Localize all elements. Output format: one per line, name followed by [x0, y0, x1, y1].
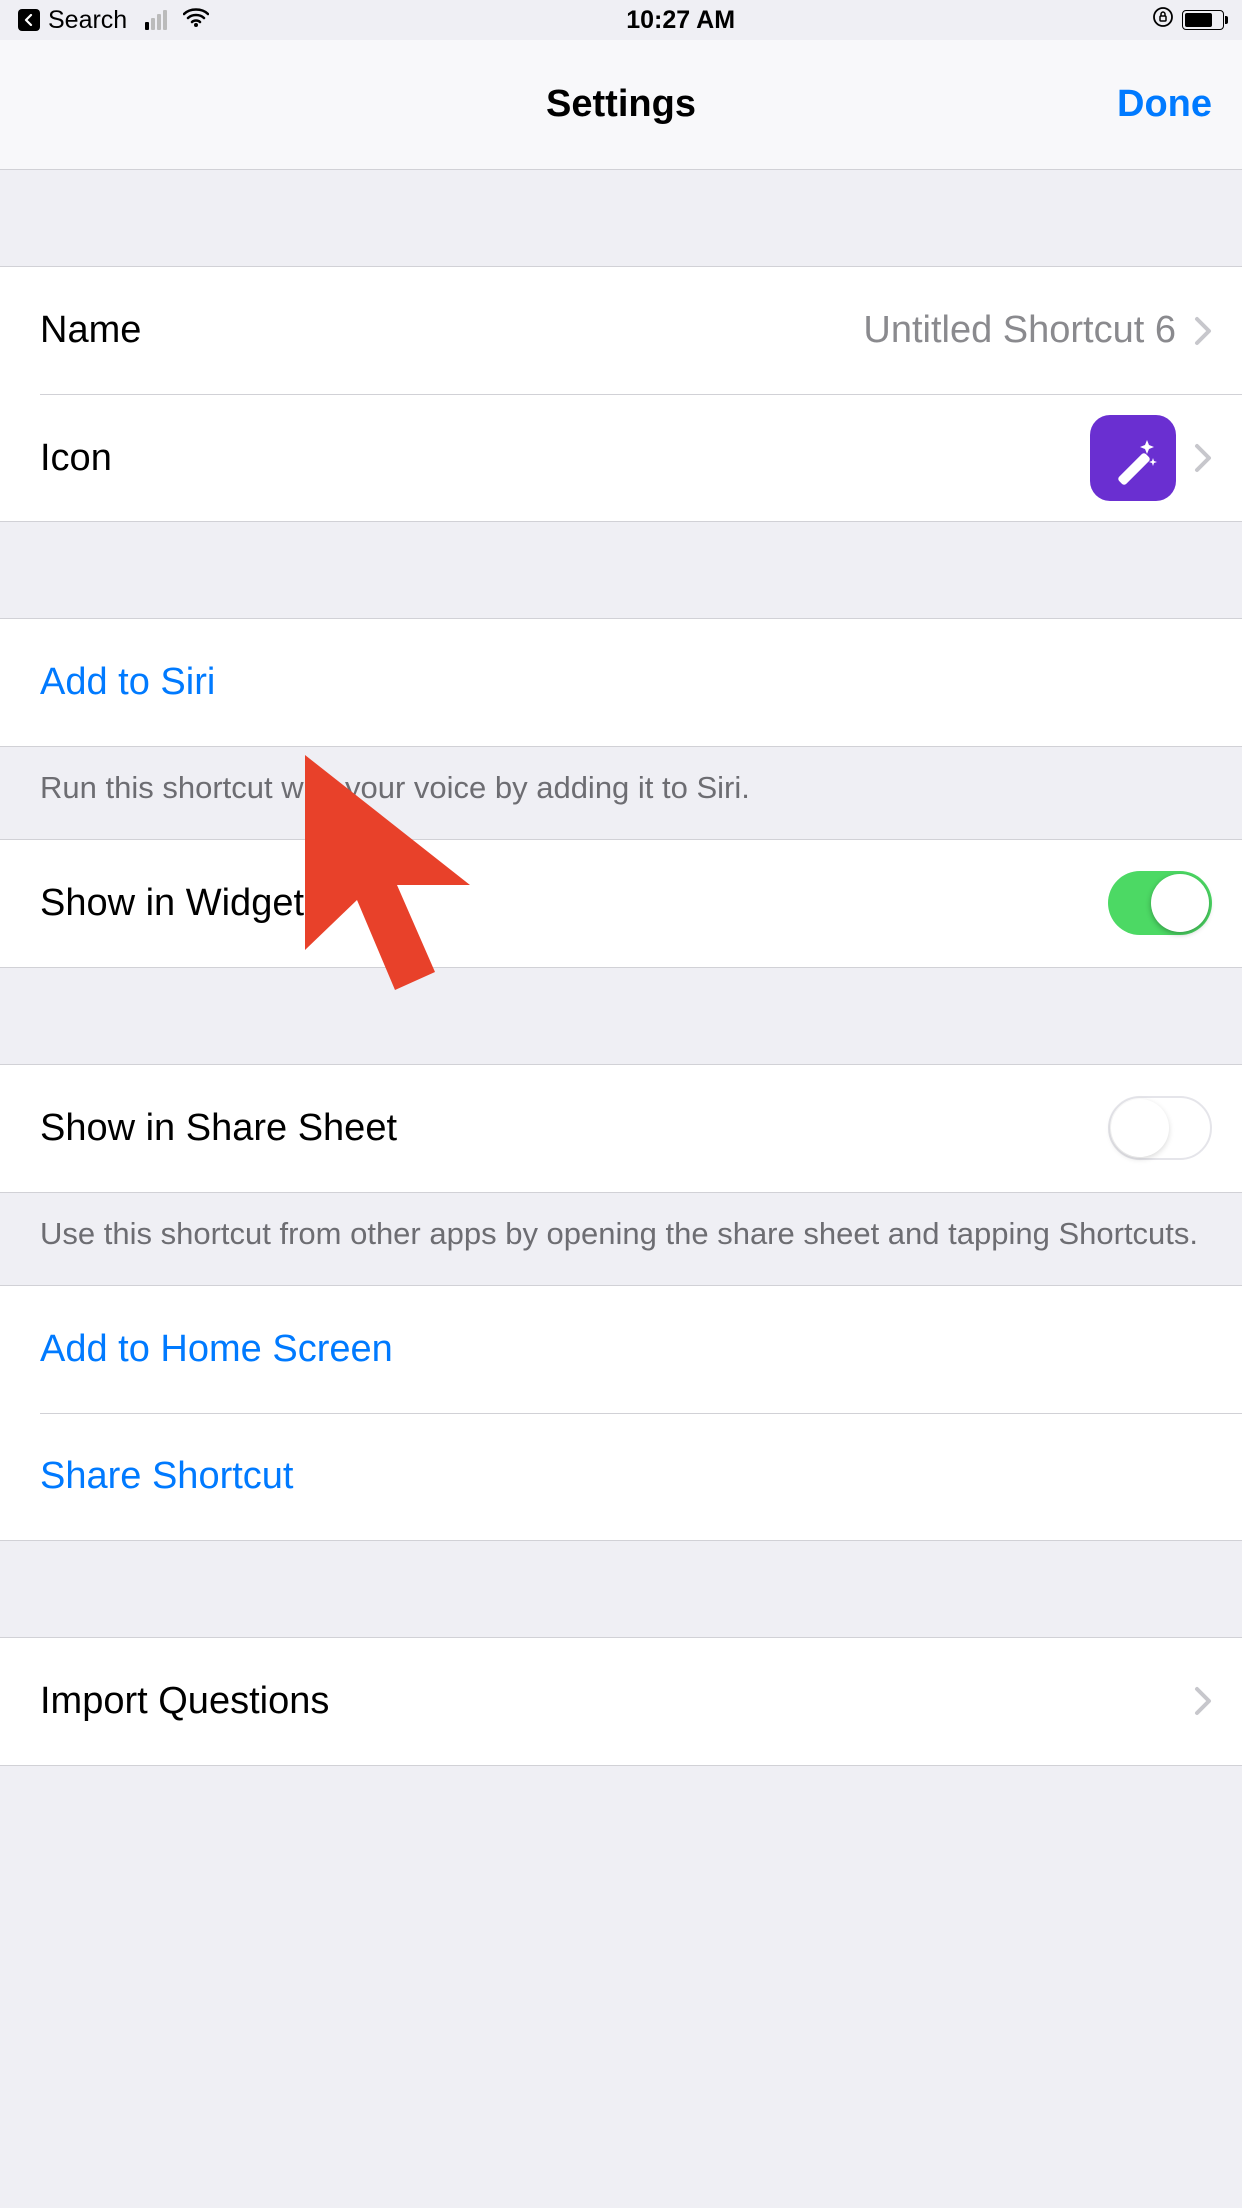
back-to-search-icon[interactable]: [18, 9, 40, 31]
share-shortcut-row[interactable]: Share Shortcut: [40, 1413, 1242, 1540]
share-sheet-footer: Use this shortcut from other apps by ope…: [0, 1193, 1242, 1285]
nav-bar: Settings Done: [0, 40, 1242, 170]
name-label: Name: [40, 309, 141, 352]
name-row[interactable]: Name Untitled Shortcut 6: [0, 267, 1242, 394]
widget-label: Show in Widget: [40, 882, 304, 925]
share-sheet-label: Show in Share Sheet: [40, 1107, 397, 1150]
orientation-lock-icon: [1152, 6, 1174, 34]
status-time: 10:27 AM: [626, 6, 735, 35]
icon-label: Icon: [40, 437, 112, 480]
done-button[interactable]: Done: [1117, 83, 1212, 126]
name-value: Untitled Shortcut 6: [863, 309, 1176, 352]
wifi-icon: [183, 6, 209, 35]
page-title: Settings: [546, 83, 696, 126]
siri-footer: Run this shortcut with your voice by add…: [0, 747, 1242, 839]
import-questions-row[interactable]: Import Questions: [0, 1638, 1242, 1765]
shortcut-app-icon: [1090, 415, 1176, 501]
import-questions-label: Import Questions: [40, 1680, 329, 1723]
chevron-right-icon: [1194, 316, 1212, 346]
widget-toggle[interactable]: [1108, 871, 1212, 935]
magic-wand-icon: [1105, 430, 1161, 486]
status-bar: Search 10:27 AM: [0, 0, 1242, 40]
add-to-siri-label: Add to Siri: [40, 661, 215, 704]
cell-signal-icon: [145, 10, 167, 30]
home-screen-label: Add to Home Screen: [40, 1328, 393, 1371]
back-label[interactable]: Search: [48, 6, 127, 35]
show-in-share-sheet-row: Show in Share Sheet: [0, 1065, 1242, 1192]
show-in-widget-row: Show in Widget: [0, 840, 1242, 967]
share-shortcut-label: Share Shortcut: [40, 1455, 293, 1498]
chevron-right-icon: [1194, 1686, 1212, 1716]
icon-row[interactable]: Icon: [40, 394, 1242, 521]
share-sheet-toggle[interactable]: [1108, 1096, 1212, 1160]
chevron-right-icon: [1194, 443, 1212, 473]
add-to-siri-row[interactable]: Add to Siri: [0, 619, 1242, 746]
battery-icon: [1182, 10, 1224, 30]
add-to-home-screen-row[interactable]: Add to Home Screen: [0, 1286, 1242, 1413]
